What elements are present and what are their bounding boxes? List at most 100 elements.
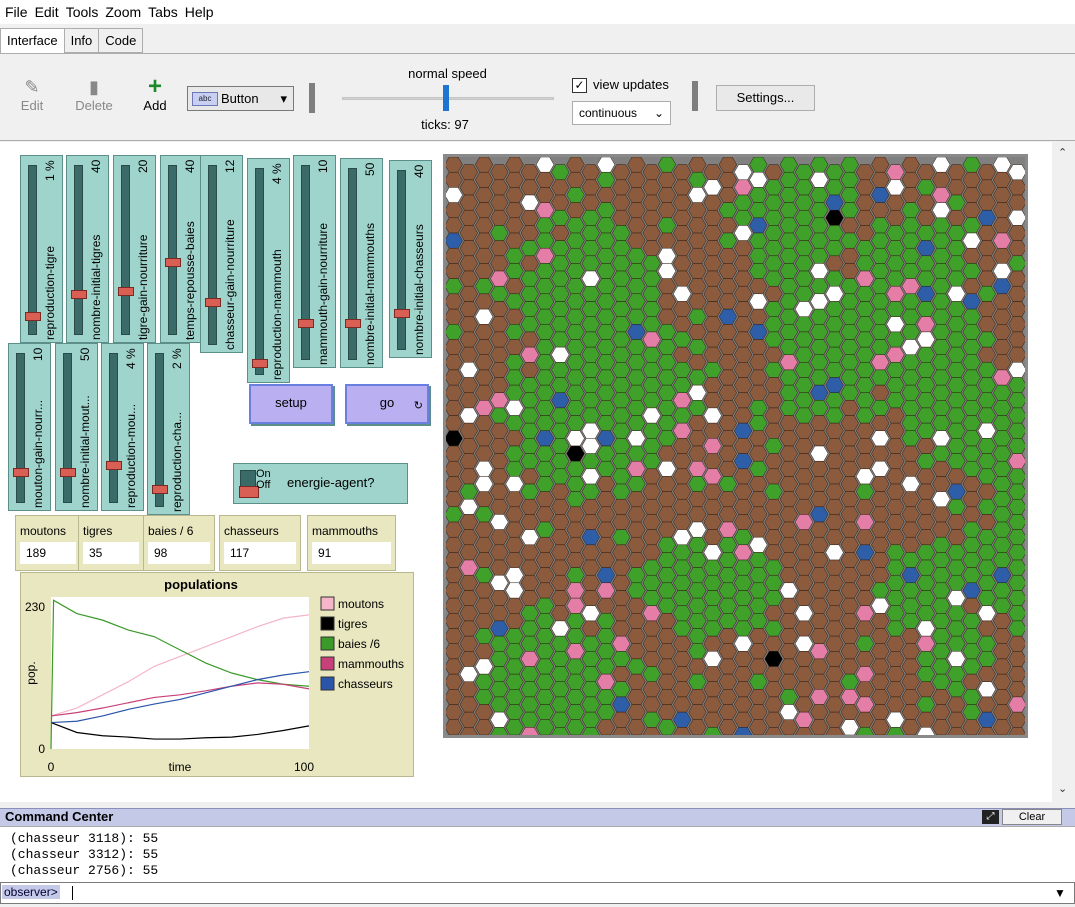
patch-cell	[642, 453, 661, 470]
widget-type-select[interactable]: abc Button ▾	[187, 86, 294, 111]
observer-prompt[interactable]: observer>	[2, 885, 60, 899]
slider-tigre-gain-nourriture[interactable]: tigre-gain-nourriture 20	[113, 155, 156, 343]
slider-temps-repousse-baies[interactable]: temps-repousse-baies 40	[160, 155, 203, 343]
command-input[interactable]	[0, 882, 1075, 904]
menu-item-file[interactable]: File	[5, 4, 28, 20]
view-updates-checkbox[interactable]: ✓	[572, 78, 587, 93]
patch-cell	[718, 308, 737, 325]
slider-thumb[interactable]	[13, 467, 29, 477]
slider-track[interactable]	[121, 165, 130, 335]
slider-track[interactable]	[28, 165, 37, 335]
patch-cell	[886, 362, 905, 378]
go-button[interactable]: go ↻	[345, 384, 429, 424]
slider-track[interactable]	[63, 353, 72, 503]
slider-track[interactable]	[155, 353, 164, 507]
scroll-up-icon[interactable]: ⌃	[1058, 146, 1067, 159]
delete-button[interactable]: ▮ Delete	[72, 76, 116, 113]
expand-icon[interactable]: ⤢	[982, 810, 999, 824]
edit-button[interactable]: ✎ Edit	[10, 76, 54, 113]
patch-cell	[642, 605, 661, 622]
patch-cell	[566, 354, 585, 371]
menu-item-tools[interactable]: Tools	[66, 4, 99, 20]
patch-cell	[703, 468, 722, 485]
patch-cell	[688, 643, 707, 660]
patch-cell	[642, 498, 661, 515]
menu-item-zoom[interactable]: Zoom	[105, 4, 141, 20]
slider-track[interactable]	[255, 168, 264, 375]
monitor-value: 189	[20, 542, 76, 564]
patch-cell	[551, 651, 570, 667]
patch-cell	[916, 574, 936, 591]
slider-thumb[interactable]	[345, 319, 361, 329]
patch-cell	[505, 460, 524, 477]
patch-cell	[749, 506, 768, 523]
slider-thumb[interactable]	[252, 359, 268, 369]
slider-track[interactable]	[16, 353, 25, 503]
slider-thumb[interactable]	[152, 485, 168, 495]
slider-nombre-initial-mammouths[interactable]: nombre-initial-mammouths 50	[340, 158, 383, 368]
patch-cell	[718, 384, 737, 401]
patch-cell	[444, 597, 463, 614]
slider-thumb[interactable]	[71, 289, 87, 299]
patch-cell	[734, 453, 753, 470]
slider-mammouth-gain-nourriture[interactable]: mammouth-gain-nourriture 10	[293, 155, 336, 368]
world-view[interactable]	[443, 154, 1028, 743]
slider-track[interactable]	[168, 165, 177, 335]
toolbar-separator	[692, 81, 698, 111]
slider-reproduction-tigre[interactable]: reproduction-tigre 1 %	[20, 155, 63, 343]
slider-track[interactable]	[397, 170, 406, 350]
menu-item-help[interactable]: Help	[185, 4, 214, 20]
patch-cell	[932, 536, 951, 553]
slider-reproduction-mou[interactable]: reproduction-mou... 4 %	[101, 343, 144, 511]
switch-toggle[interactable]	[239, 470, 259, 498]
patch-cell	[551, 620, 570, 637]
slider-track[interactable]	[74, 165, 83, 335]
menu-item-tabs[interactable]: Tabs	[148, 4, 178, 20]
patch-cell	[901, 567, 920, 584]
patch-cell	[475, 293, 494, 310]
patch-cell	[962, 476, 981, 492]
tab-interface[interactable]: Interface	[0, 28, 65, 54]
speed-slider-thumb[interactable]	[443, 85, 449, 111]
slider-mouton-gain-nourr[interactable]: mouton-gain-nourr... 10	[8, 343, 51, 511]
update-mode-select[interactable]: continuous ⌄	[572, 101, 671, 125]
scroll-down-icon[interactable]: ⌄	[1058, 782, 1067, 795]
patch-cell	[871, 613, 890, 629]
slider-reproduction-mammouth[interactable]: reproduction-mammouth 4 %	[247, 158, 290, 383]
menu-item-edit[interactable]: Edit	[35, 4, 59, 20]
chevron-down-icon[interactable]: ▼	[1050, 884, 1070, 902]
slider-thumb[interactable]	[106, 460, 122, 470]
slider-thumb[interactable]	[394, 309, 410, 319]
patch-cell	[642, 422, 661, 439]
patch-cell	[794, 362, 814, 378]
patch-cell	[871, 369, 890, 386]
tab-info[interactable]: Info	[63, 28, 100, 53]
slider-track[interactable]	[348, 168, 357, 360]
patch-cell	[520, 164, 539, 181]
settings-button[interactable]: Settings...	[716, 85, 815, 111]
tab-code[interactable]: Code	[98, 28, 144, 53]
slider-thumb[interactable]	[25, 312, 41, 322]
setup-button[interactable]: setup	[249, 384, 333, 424]
add-button[interactable]: + Add	[133, 75, 177, 114]
patch-cell	[703, 681, 722, 698]
patch-cell	[825, 346, 844, 363]
slider-thumb[interactable]	[165, 257, 181, 267]
slider-nombre-initial-mout[interactable]: nombre-initial-mout... 50	[55, 343, 98, 511]
slider-thumb[interactable]	[205, 297, 221, 307]
slider-chasseur-gain-nourriture[interactable]: chasseur-gain-nourriture 12	[200, 155, 243, 353]
slider-thumb[interactable]	[60, 467, 76, 477]
slider-nombre-initial-tigres[interactable]: nombre-initial-tigres 40	[66, 155, 109, 343]
slider-track[interactable]	[109, 353, 118, 503]
slider-thumb[interactable]	[298, 318, 314, 328]
slider-track[interactable]	[301, 165, 310, 360]
patch-cell	[1008, 453, 1027, 470]
interface-scrollbar[interactable]: ⌃ ⌄	[1052, 142, 1075, 802]
clear-button[interactable]: Clear	[1002, 809, 1062, 825]
slider-track[interactable]	[208, 165, 217, 345]
slider-thumb[interactable]	[118, 286, 134, 296]
patch-cell	[901, 384, 920, 401]
slider-reproduction-cha[interactable]: reproduction-cha... 2 %	[147, 343, 190, 515]
slider-nombre-initial-chasseurs[interactable]: nombre-initial-chasseurs 40	[389, 160, 432, 358]
energie-agent-switch[interactable]: On Off energie-agent?	[233, 463, 408, 504]
